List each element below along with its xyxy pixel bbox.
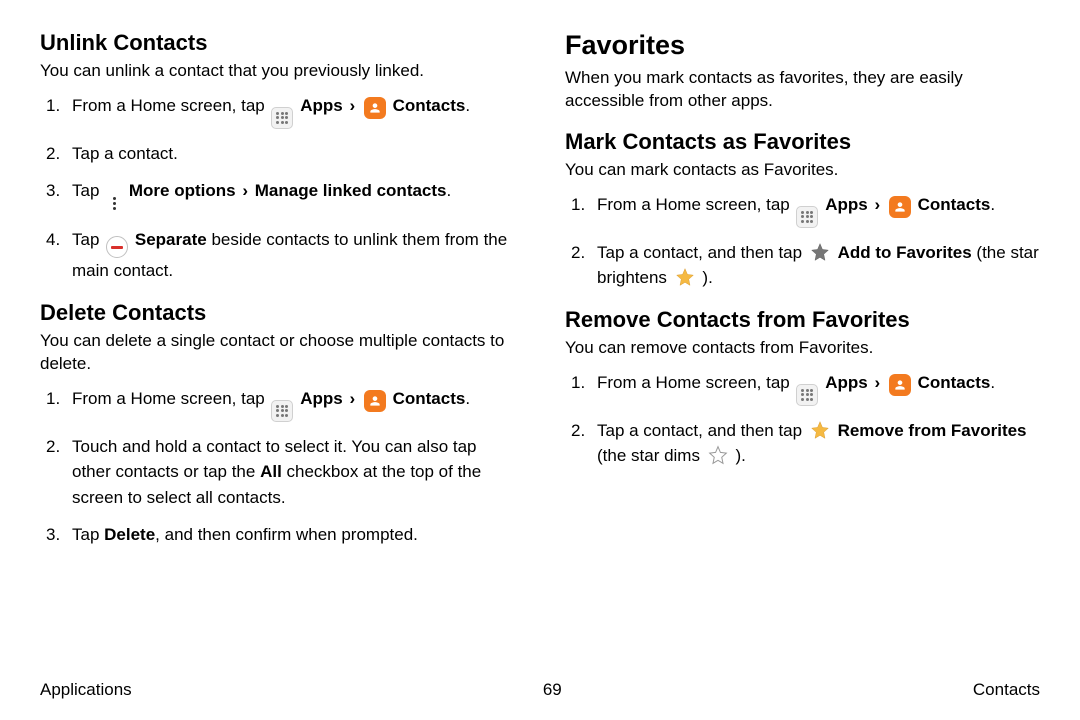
contacts-icon xyxy=(889,374,911,396)
text: , and then confirm when prompted. xyxy=(155,525,418,544)
apps-icon xyxy=(271,107,293,129)
more-options-icon xyxy=(106,193,122,215)
apps-icon xyxy=(796,384,818,406)
remove-step-1: From a Home screen, tap Apps › Contacts. xyxy=(565,370,1040,406)
text: Tap a contact, and then tap xyxy=(597,421,807,440)
remove-step-2: Tap a contact, and then tap Remove from … xyxy=(565,418,1040,469)
footer-left: Applications xyxy=(40,680,132,700)
apps-icon xyxy=(796,206,818,228)
text: Tap xyxy=(72,230,104,249)
heading-mark-favorites: Mark Contacts as Favorites xyxy=(565,129,1040,155)
delete-label: Delete xyxy=(104,525,155,544)
remove-steps: From a Home screen, tap Apps › Contacts.… xyxy=(565,370,1040,469)
right-column: Favorites When you mark contacts as favo… xyxy=(565,30,1040,664)
remove-favorites-label: Remove from Favorites xyxy=(838,421,1027,440)
text: Tap xyxy=(72,181,104,200)
add-favorites-label: Add to Favorites xyxy=(838,243,972,262)
delete-step-1: From a Home screen, tap Apps › Contacts. xyxy=(40,386,515,422)
chevron-icon: › xyxy=(240,181,250,200)
mark-intro: You can mark contacts as Favorites. xyxy=(565,159,1040,182)
star-bright-icon xyxy=(809,419,831,441)
star-bright-icon xyxy=(674,266,696,288)
contacts-label: Contacts xyxy=(918,195,991,214)
left-column: Unlink Contacts You can unlink a contact… xyxy=(40,30,515,664)
text: Tap a contact, and then tap xyxy=(597,243,807,262)
mark-steps: From a Home screen, tap Apps › Contacts.… xyxy=(565,192,1040,291)
heading-favorites: Favorites xyxy=(565,30,1040,61)
apps-icon xyxy=(271,400,293,422)
star-dim-icon xyxy=(707,444,729,466)
chevron-icon: › xyxy=(347,96,357,115)
apps-label: Apps xyxy=(300,389,343,408)
text: From a Home screen, tap xyxy=(72,389,269,408)
apps-label: Apps xyxy=(300,96,343,115)
text: From a Home screen, tap xyxy=(597,373,794,392)
text: . xyxy=(447,181,452,200)
page-footer: Applications 69 Contacts xyxy=(40,664,1040,700)
delete-step-2: Touch and hold a contact to select it. Y… xyxy=(40,434,515,511)
text: From a Home screen, tap xyxy=(72,96,269,115)
chevron-icon: › xyxy=(872,373,882,392)
text: . xyxy=(465,389,470,408)
heading-remove-favorites: Remove Contacts from Favorites xyxy=(565,307,1040,333)
text: ). xyxy=(735,446,745,465)
delete-steps: From a Home screen, tap Apps › Contacts.… xyxy=(40,386,515,548)
text: From a Home screen, tap xyxy=(597,195,794,214)
contacts-label: Contacts xyxy=(393,96,466,115)
delete-intro: You can delete a single contact or choos… xyxy=(40,330,515,376)
heading-unlink-contacts: Unlink Contacts xyxy=(40,30,515,56)
text: . xyxy=(990,373,995,392)
apps-label: Apps xyxy=(825,195,868,214)
all-label: All xyxy=(260,462,282,481)
unlink-step-4: Tap Separate beside contacts to unlink t… xyxy=(40,227,515,284)
contacts-icon xyxy=(364,390,386,412)
text: . xyxy=(990,195,995,214)
remove-intro: You can remove contacts from Favorites. xyxy=(565,337,1040,360)
manage-linked-label: Manage linked contacts xyxy=(255,181,447,200)
contacts-icon xyxy=(889,196,911,218)
chevron-icon: › xyxy=(872,195,882,214)
chevron-icon: › xyxy=(347,389,357,408)
content-columns: Unlink Contacts You can unlink a contact… xyxy=(40,30,1040,664)
contacts-icon xyxy=(364,97,386,119)
unlink-intro: You can unlink a contact that you previo… xyxy=(40,60,515,83)
heading-delete-contacts: Delete Contacts xyxy=(40,300,515,326)
unlink-step-1: From a Home screen, tap Apps › Contacts. xyxy=(40,93,515,129)
mark-step-1: From a Home screen, tap Apps › Contacts. xyxy=(565,192,1040,228)
star-grey-icon xyxy=(809,241,831,263)
contacts-label: Contacts xyxy=(393,389,466,408)
separate-icon xyxy=(106,236,128,258)
text: ). xyxy=(702,268,712,287)
footer-right: Contacts xyxy=(973,680,1040,700)
apps-label: Apps xyxy=(825,373,868,392)
footer-page-number: 69 xyxy=(543,680,562,700)
separate-label: Separate xyxy=(135,230,207,249)
text: (the star dims xyxy=(597,446,705,465)
mark-step-2: Tap a contact, and then tap Add to Favor… xyxy=(565,240,1040,291)
text: Tap xyxy=(72,525,104,544)
favorites-intro: When you mark contacts as favorites, the… xyxy=(565,67,1040,113)
unlink-steps: From a Home screen, tap Apps › Contacts.… xyxy=(40,93,515,284)
unlink-step-2: Tap a contact. xyxy=(40,141,515,167)
contacts-label: Contacts xyxy=(918,373,991,392)
text: . xyxy=(465,96,470,115)
more-options-label: More options xyxy=(129,181,236,200)
delete-step-3: Tap Delete, and then confirm when prompt… xyxy=(40,522,515,548)
unlink-step-3: Tap More options › Manage linked contact… xyxy=(40,178,515,215)
